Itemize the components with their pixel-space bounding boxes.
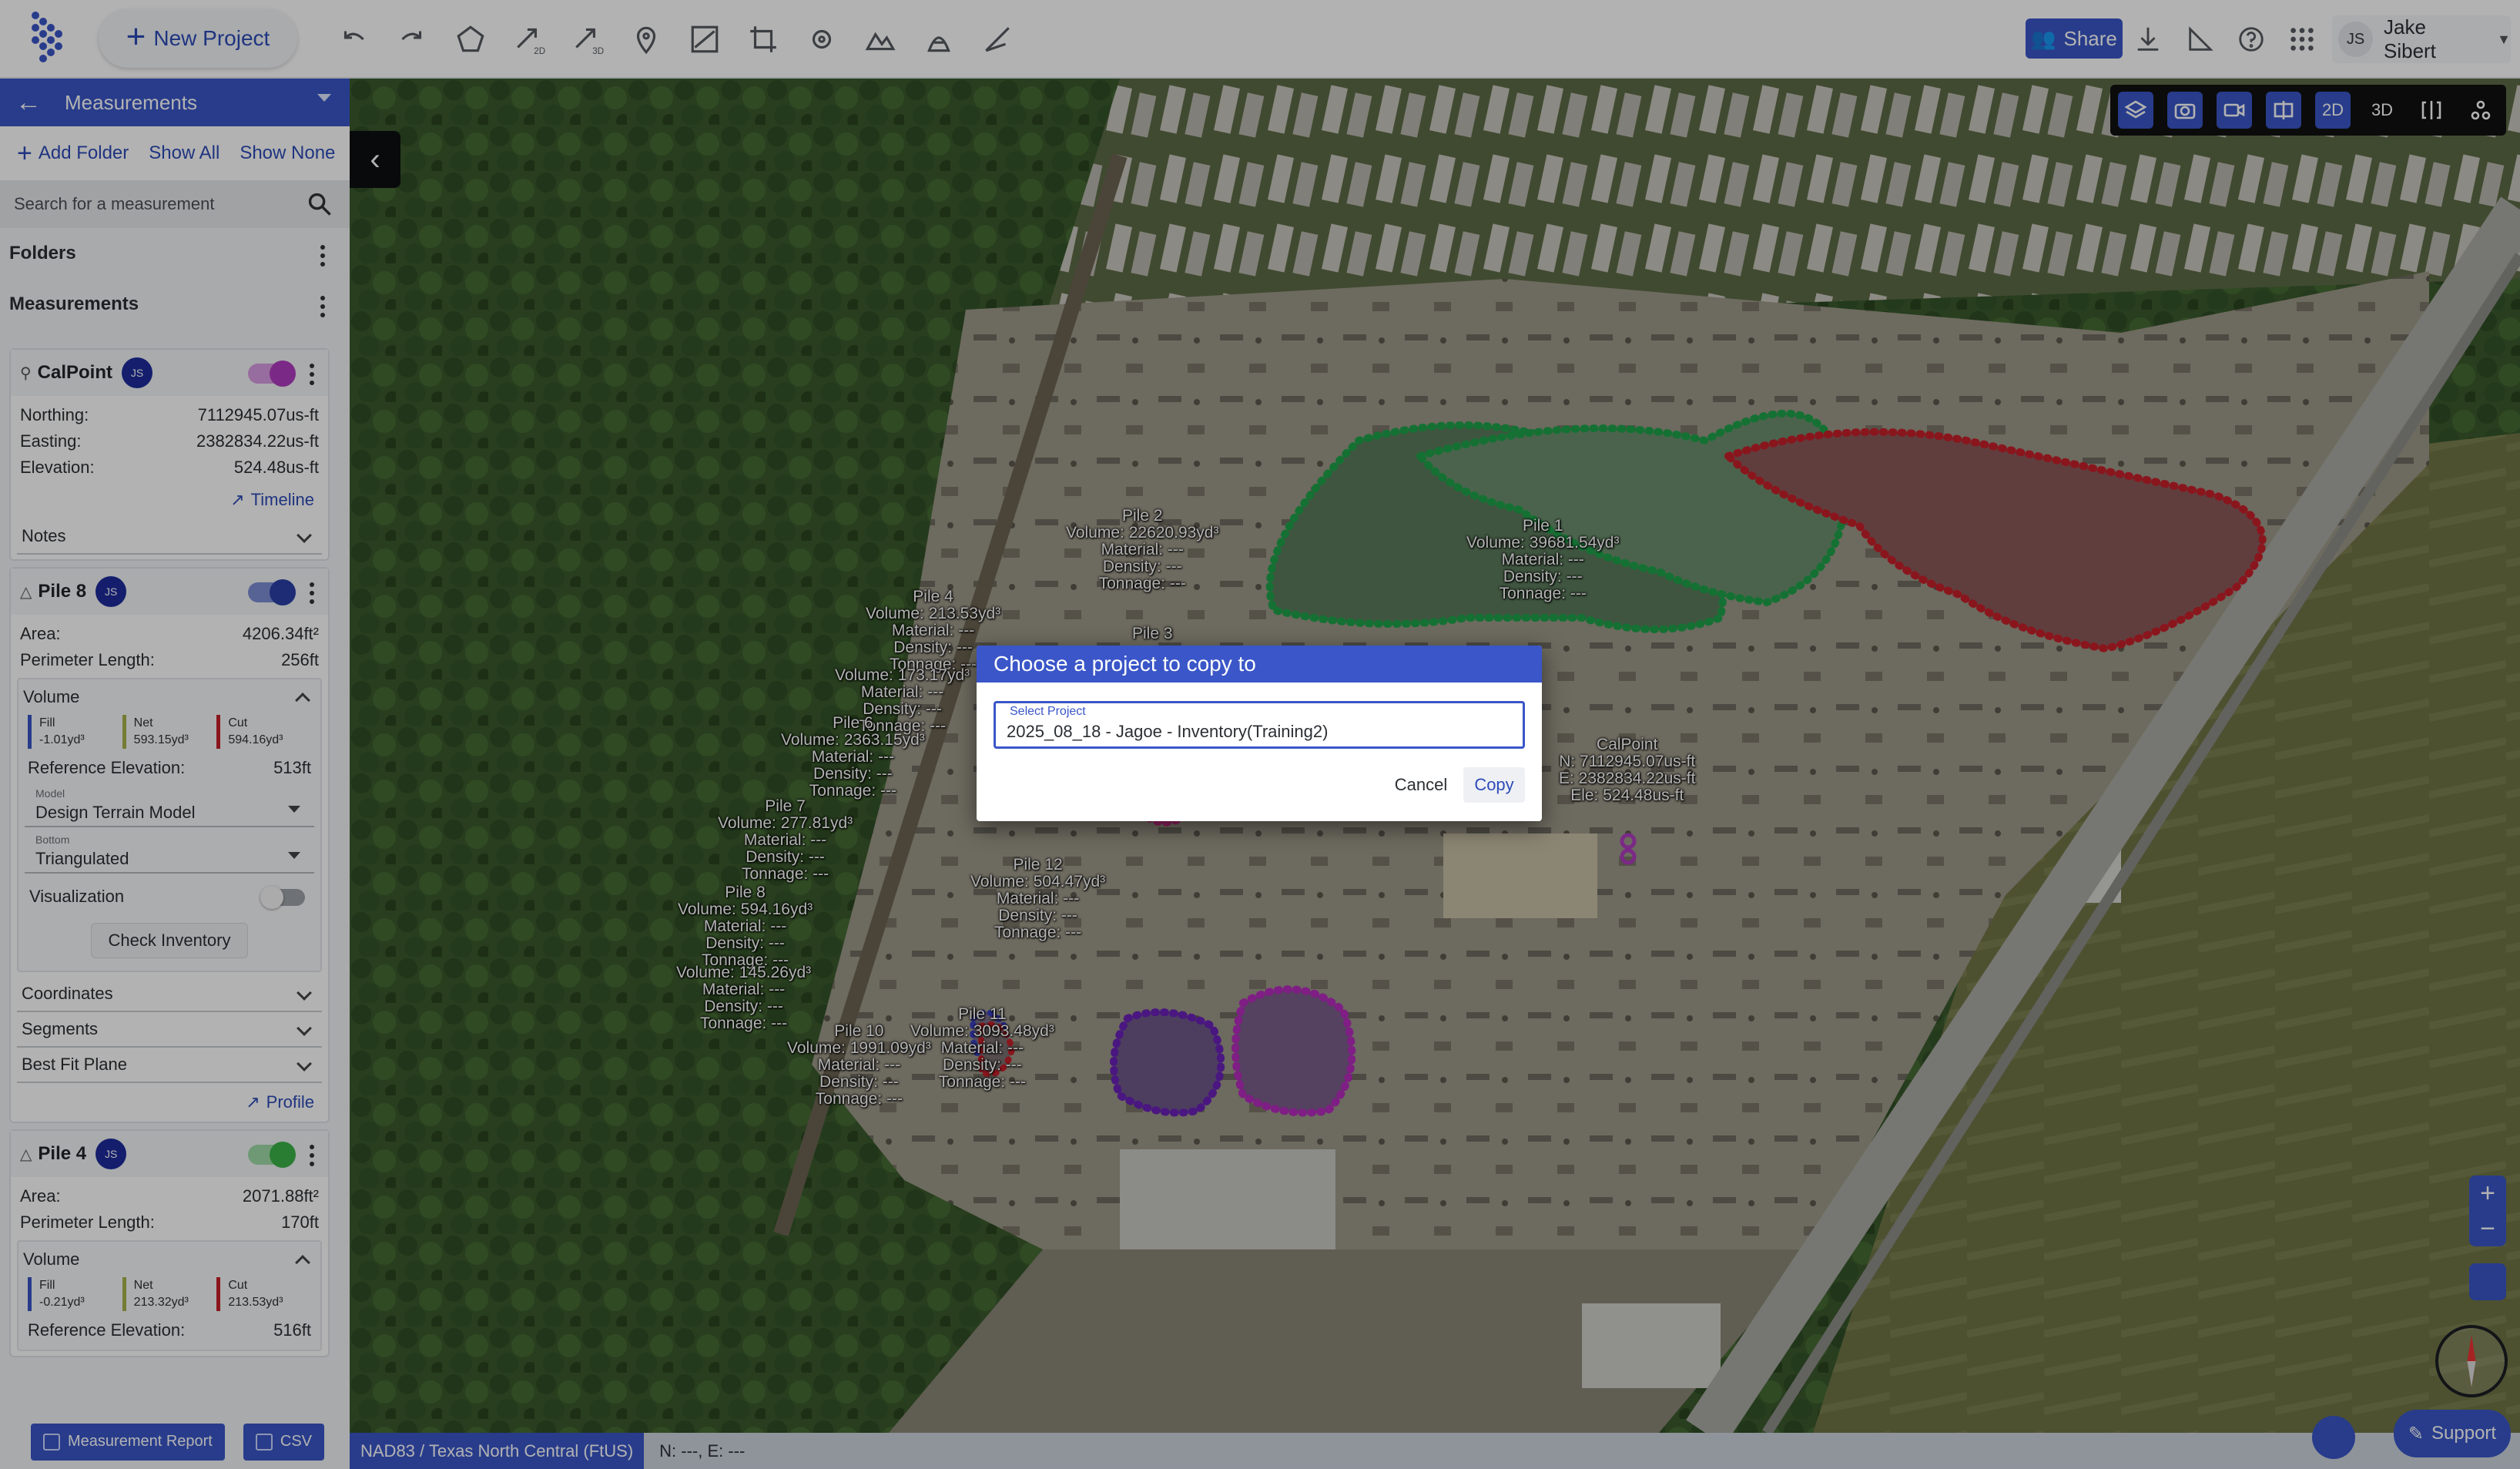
cancel-button[interactable]: Cancel (1389, 769, 1453, 801)
project-select[interactable]: Select Project 2025_08_18 - Jagoe - Inve… (994, 701, 1525, 749)
copy-project-dialog: Choose a project to copy to Select Proje… (977, 646, 1542, 821)
project-select-label: Select Project (1010, 705, 1086, 718)
dialog-title: Choose a project to copy to (977, 646, 1542, 683)
copy-button[interactable]: Copy (1463, 767, 1525, 803)
project-select-value[interactable]: 2025_08_18 - Jagoe - Inventory(Training2… (1007, 722, 1328, 742)
